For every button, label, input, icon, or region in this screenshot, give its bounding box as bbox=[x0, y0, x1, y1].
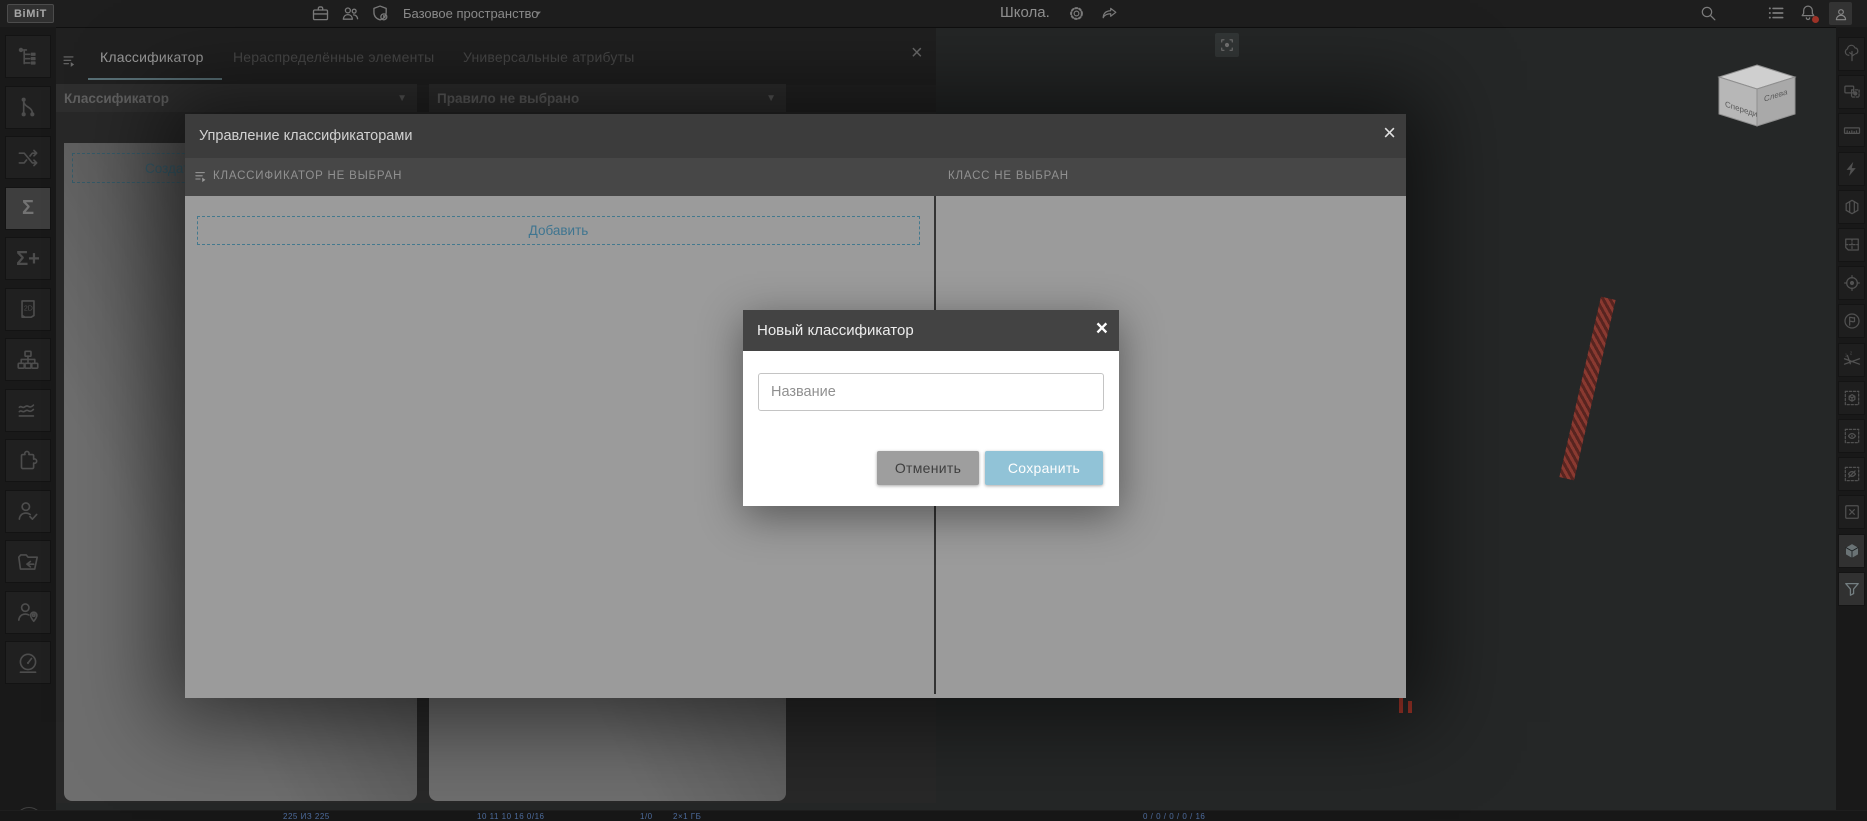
classifier-name-input[interactable] bbox=[758, 373, 1104, 411]
classifier-column-header: КЛАССИФИКАТОР НЕ ВЫБРАН bbox=[213, 170, 402, 182]
new-classifier-modal: Новый классификатор × Отменить Сохранить bbox=[743, 310, 1119, 506]
bimit-app: BiMiT Базовое пространство Школа. ? ΣΣ+2… bbox=[0, 0, 1867, 821]
model-marker bbox=[1399, 697, 1403, 713]
add-classifier-button[interactable]: Добавить bbox=[197, 216, 920, 245]
close-icon[interactable]: × bbox=[1096, 318, 1108, 339]
dialog-title: Новый классификатор bbox=[743, 322, 914, 339]
save-button[interactable]: Сохранить bbox=[985, 451, 1103, 485]
close-icon[interactable]: × bbox=[1383, 122, 1396, 144]
class-column-header: КЛАСС НЕ ВЫБРАН bbox=[948, 170, 1069, 182]
dialog-title-bar: Новый классификатор × bbox=[743, 310, 1119, 351]
classifier-menu-icon[interactable] bbox=[193, 168, 210, 185]
modal-subheader: КЛАССИФИКАТОР НЕ ВЫБРАН КЛАСС НЕ ВЫБРАН bbox=[185, 158, 1406, 196]
model-marker bbox=[1408, 701, 1412, 713]
modal-title-bar: Управление классификаторами × bbox=[185, 114, 1406, 158]
cancel-button[interactable]: Отменить bbox=[877, 451, 979, 485]
navigation-cube[interactable]: Спереди Слева bbox=[1711, 62, 1803, 134]
modal-title: Управление классификаторами bbox=[185, 128, 412, 144]
